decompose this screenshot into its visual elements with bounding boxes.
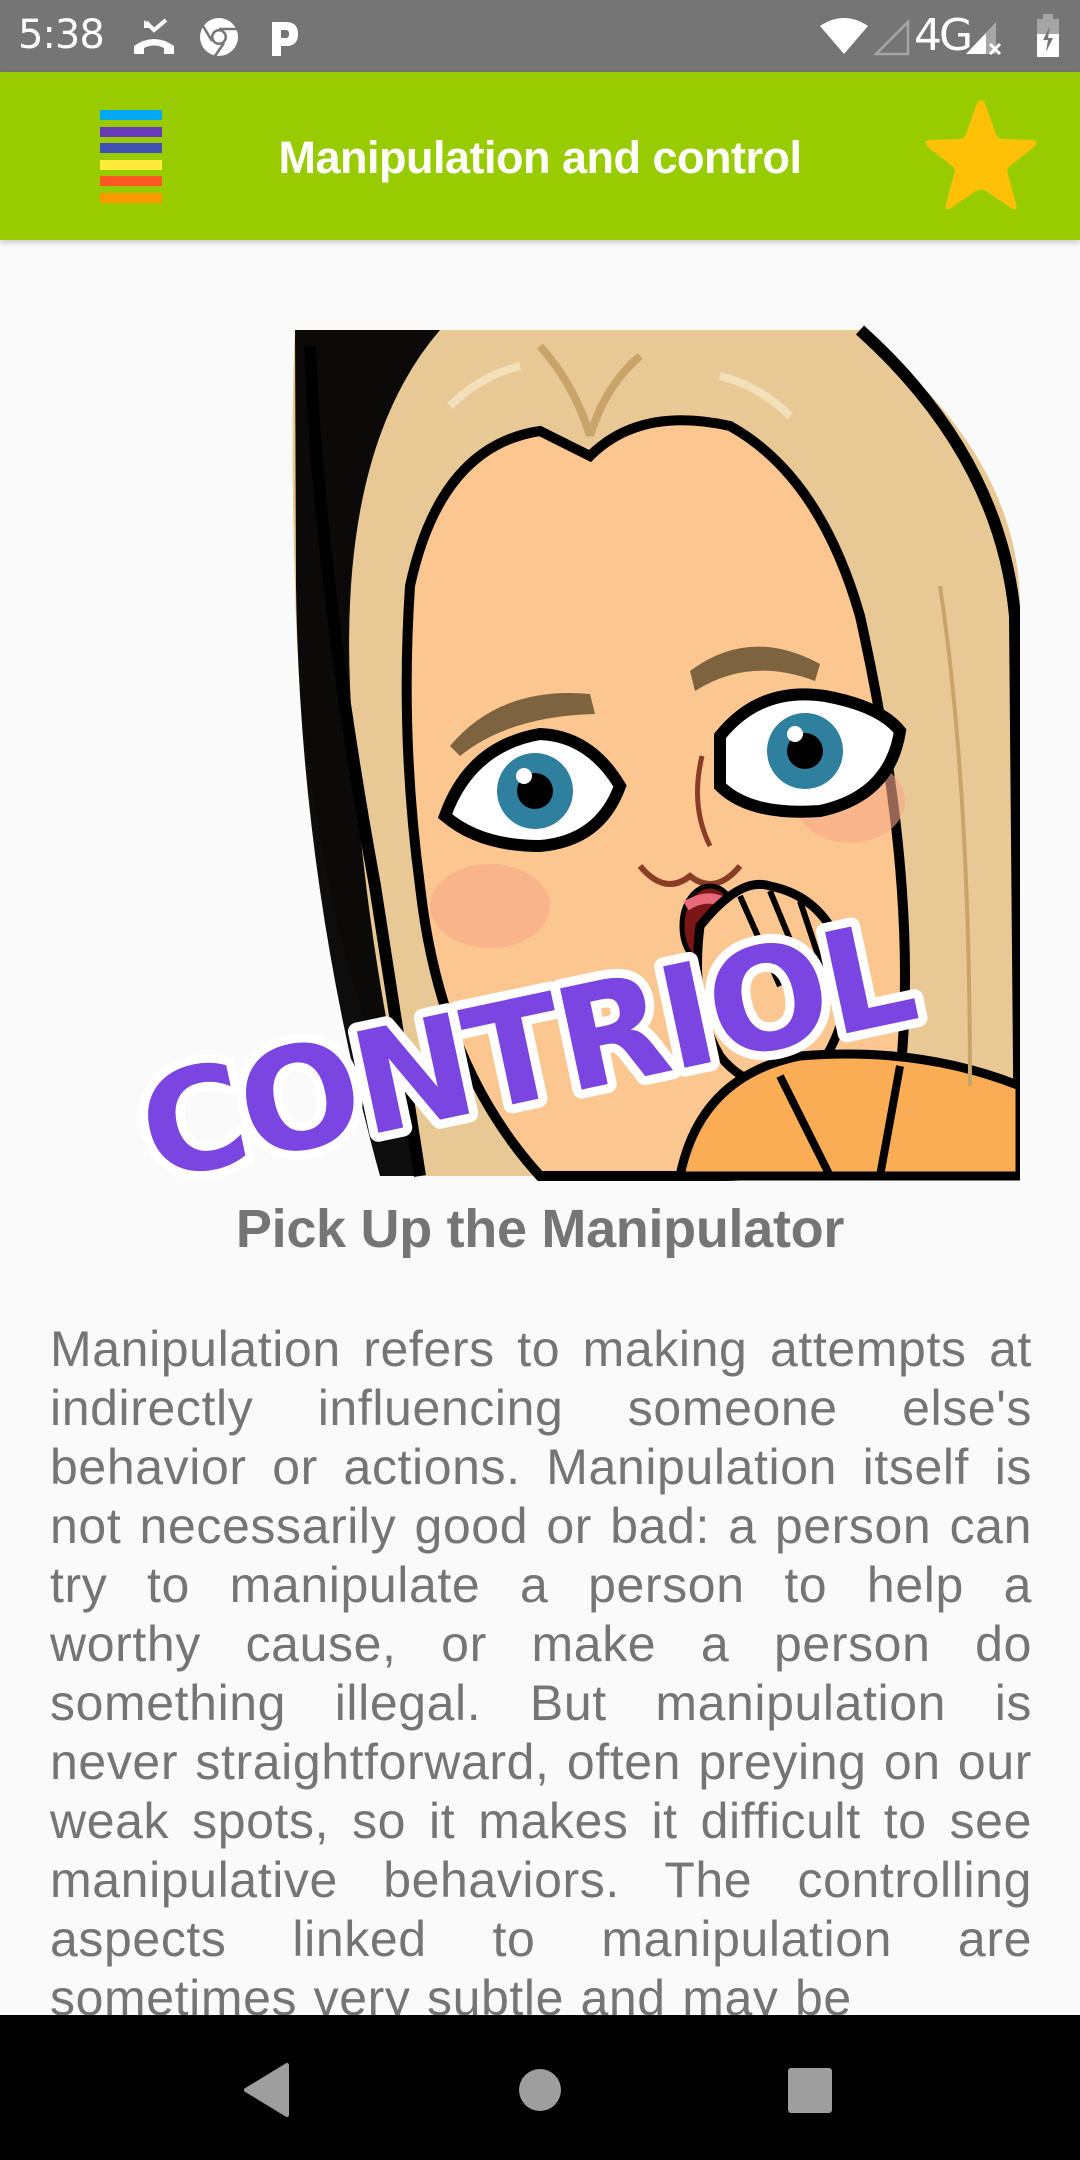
star-icon [925, 100, 1037, 210]
wifi-icon [820, 18, 868, 54]
favorite-button[interactable] [918, 94, 1044, 218]
chrome-icon [200, 18, 238, 57]
navigation-bar [0, 2015, 1080, 2160]
article-hero-image: CONTRIOL CONTRIOL [120, 325, 1020, 1186]
article-content[interactable]: CONTRIOL CONTRIOL Pick Up the Manipulato… [0, 240, 1080, 2015]
article-body: Manipulation refers to making attempts a… [50, 1321, 1032, 2015]
back-button[interactable] [212, 2045, 322, 2135]
signal-no-sim-icon [966, 22, 1002, 56]
parking-p-icon [272, 22, 298, 56]
network-type-label: 4G [914, 10, 973, 61]
status-bar: 5:38 4G [0, 0, 1080, 72]
status-time: 5:38 [18, 12, 105, 58]
recents-button[interactable] [755, 2045, 865, 2135]
signal-empty-icon [874, 18, 910, 56]
recents-square-icon [788, 2068, 832, 2113]
home-button[interactable] [485, 2045, 595, 2135]
missed-call-icon [134, 18, 174, 54]
article-title: Pick Up the Manipulator [235, 1199, 845, 1259]
home-circle-icon [519, 2069, 561, 2111]
back-triangle-icon [244, 2063, 289, 2117]
battery-charging-icon [1037, 14, 1059, 57]
app-bar: Manipulation and control [0, 72, 1080, 240]
